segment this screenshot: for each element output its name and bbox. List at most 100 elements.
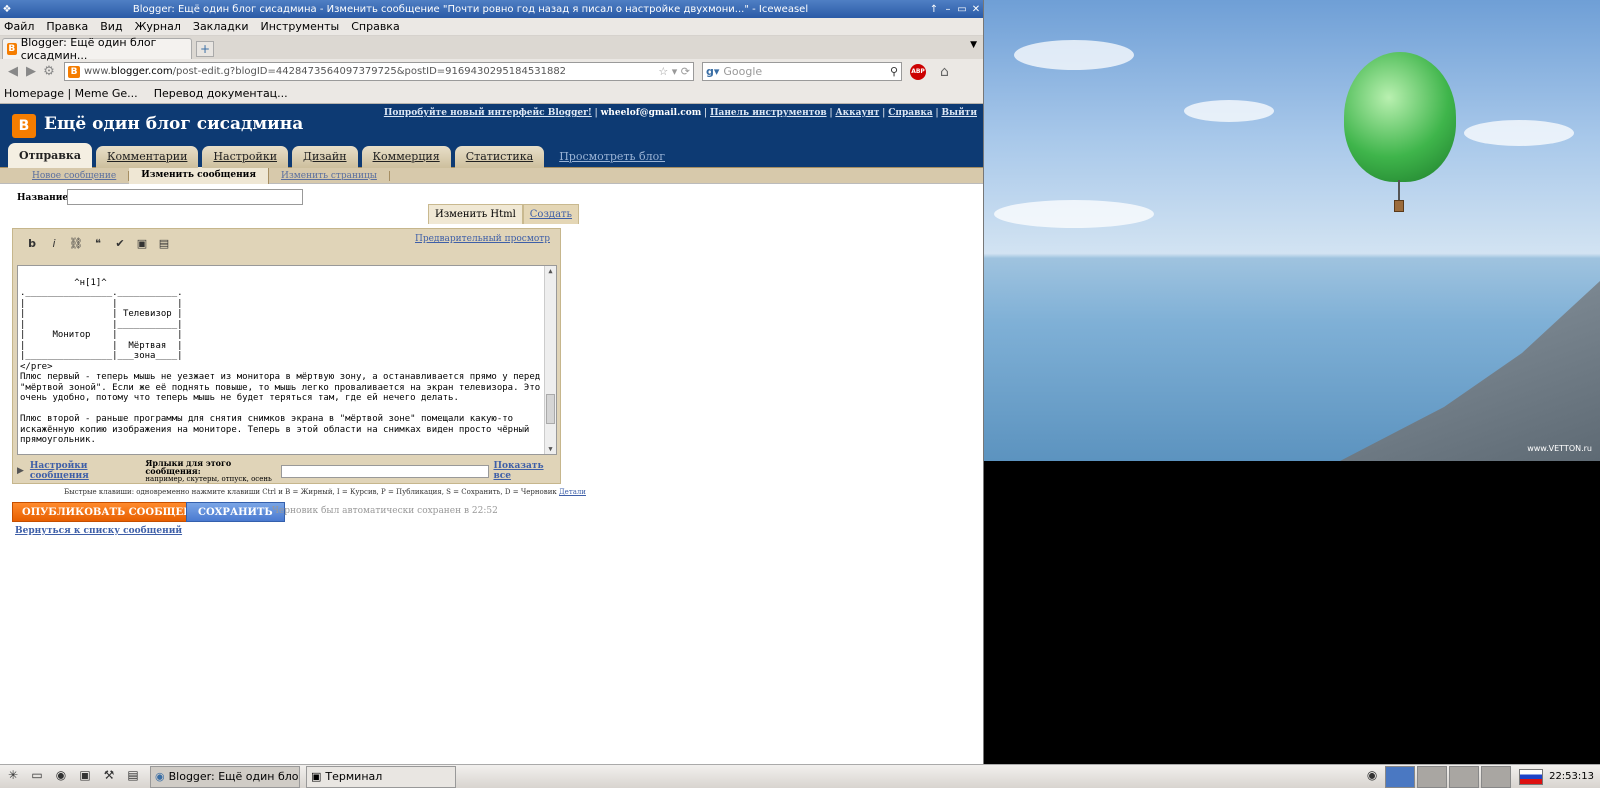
- taskbar: ✳ ▭ ◉ ▣ ⚒ ▤ ◉ Blogger: Ещё один блог с..…: [0, 764, 1600, 788]
- show-desktop-icon[interactable]: ▤: [122, 768, 144, 786]
- post-body-textarea[interactable]: ^н[1]^ .________________.___________. | …: [17, 265, 557, 455]
- taskbar-task-terminal[interactable]: ▣ Терминал: [306, 765, 456, 788]
- terminal-icon[interactable]: ▣: [74, 768, 96, 786]
- google-icon[interactable]: g▾: [706, 65, 719, 78]
- compose-tab[interactable]: Создать: [522, 204, 580, 224]
- menu-edit[interactable]: Правка: [46, 20, 88, 33]
- title-label: Название:: [17, 193, 72, 203]
- home-icon[interactable]: ⌂: [940, 64, 949, 80]
- try-new-interface-link[interactable]: Попробуйте новый интерфейс Blogger!: [384, 108, 592, 118]
- menu-bookmarks[interactable]: Закладки: [193, 20, 249, 33]
- labels-hint: например, скутеры, отпуск, осень: [145, 475, 272, 483]
- adblock-icon[interactable]: ABP: [910, 63, 926, 80]
- window-title: Blogger: Ещё один блог сисадмина - Измен…: [132, 3, 809, 15]
- tools-icon[interactable]: ⚙: [40, 64, 58, 79]
- tab-stats[interactable]: Статистика: [454, 146, 545, 168]
- preview-link[interactable]: Предварительный просмотр: [415, 234, 550, 244]
- expand-triangle-icon[interactable]: ▶: [17, 466, 24, 476]
- menu-view[interactable]: Вид: [100, 20, 122, 33]
- search-bar[interactable]: g▾ Google ⚲: [702, 62, 902, 81]
- scroll-up-icon[interactable]: ▲: [546, 266, 555, 276]
- video-icon[interactable]: ▤: [153, 237, 175, 250]
- menu-tools[interactable]: Инструменты: [261, 20, 340, 33]
- spellcheck-icon[interactable]: ✔: [109, 237, 131, 250]
- bookmark-item[interactable]: Перевод документац...: [154, 87, 288, 100]
- labels-label: Ярлыки для этого сообщения: например, ск…: [145, 459, 274, 483]
- link-icon[interactable]: ⛓: [65, 237, 87, 250]
- dock-image: [1340, 281, 1600, 461]
- workspace-4[interactable]: [1481, 765, 1512, 788]
- menu-help[interactable]: Справка: [351, 20, 399, 33]
- subtab-edit-pages[interactable]: Изменить страницы: [269, 170, 390, 181]
- bookmark-item[interactable]: Homepage | Meme Ge...: [4, 87, 138, 100]
- textarea-scrollbar[interactable]: ▲ ▼: [544, 266, 556, 454]
- hotkeys-text: Быстрые клавиши: одновременно нажмите кл…: [64, 488, 557, 496]
- terminal-small-icon: ▣: [311, 770, 322, 783]
- show-all-labels-link[interactable]: Показать все: [493, 461, 557, 481]
- desktop: www.VETTON.ru ❖ Blogger: Ещё один блог с…: [0, 0, 1600, 788]
- subtab-new-post[interactable]: Новое сообщение: [20, 170, 130, 181]
- url-path: /post-edit.g?blogID=4428473564097379725&…: [172, 66, 567, 77]
- minimize-icon[interactable]: –: [941, 4, 955, 15]
- close-icon[interactable]: ✕: [969, 4, 983, 15]
- bookmark-star-icon[interactable]: ☆ ▾ ⟳: [658, 65, 690, 78]
- scroll-down-icon[interactable]: ▼: [546, 444, 555, 454]
- post-settings-link[interactable]: Настройки сообщения: [30, 461, 137, 481]
- tab-design[interactable]: Дизайн: [292, 146, 358, 168]
- subtab-edit-posts[interactable]: Изменить сообщения: [129, 167, 270, 184]
- workspace-2[interactable]: [1417, 765, 1448, 788]
- tab-comments[interactable]: Комментарии: [95, 146, 199, 168]
- image-icon[interactable]: ▣: [131, 237, 153, 250]
- editor-panel: b i ⛓ ❝ ✔ ▣ ▤ Предварительный просмотр ^…: [12, 228, 561, 484]
- browser-icon[interactable]: ◉: [50, 768, 72, 786]
- scroll-thumb[interactable]: [546, 394, 555, 424]
- view-blog-link[interactable]: Просмотреть блог: [548, 146, 676, 168]
- browser-tab[interactable]: B Blogger: Ещё один блог сисадмин...: [2, 36, 192, 62]
- workspace-3[interactable]: [1449, 765, 1480, 788]
- posting-subtabs: Новое сообщение Изменить сообщения Измен…: [0, 167, 983, 184]
- dashboard-link[interactable]: Панель инструментов: [710, 108, 827, 118]
- account-link[interactable]: Аккаунт: [835, 108, 879, 118]
- url-bar[interactable]: B www. blogger.com/post-edit.g?blogID=442…: [64, 62, 694, 81]
- task-label: Blogger: Ещё один блог с...: [168, 770, 299, 783]
- autosave-status: Черновик был автоматически сохранен в 22…: [272, 506, 498, 516]
- bold-icon[interactable]: b: [21, 237, 43, 250]
- new-tab-button[interactable]: +: [196, 41, 214, 57]
- logout-link[interactable]: Выйти: [941, 108, 977, 118]
- help-link[interactable]: Справка: [888, 108, 932, 118]
- tab-settings[interactable]: Настройки: [202, 146, 289, 168]
- search-placeholder: Google: [723, 65, 763, 78]
- tab-list-icon[interactable]: ▼: [970, 40, 977, 50]
- app-icon[interactable]: ❖: [0, 4, 14, 15]
- italic-icon[interactable]: i: [43, 237, 65, 250]
- tab-bar: B Blogger: Ещё один блог сисадмин... + ▼: [0, 36, 983, 62]
- save-button[interactable]: СОХРАНИТЬ: [186, 502, 285, 522]
- labels-input[interactable]: [280, 464, 490, 478]
- taskbar-task-browser[interactable]: ◉ Blogger: Ещё один блог с...: [150, 765, 300, 788]
- workspace-1[interactable]: [1385, 765, 1416, 788]
- blockquote-icon[interactable]: ❝: [87, 237, 109, 250]
- edit-html-tab[interactable]: Изменить Html: [428, 204, 523, 224]
- back-icon[interactable]: ◀: [4, 64, 22, 79]
- tab-posting[interactable]: Отправка: [8, 143, 92, 168]
- back-to-posts-link[interactable]: Вернуться к списку сообщений: [15, 526, 182, 536]
- forward-icon[interactable]: ▶: [22, 64, 40, 79]
- post-options-bar: ▶ Настройки сообщения Ярлыки для этого с…: [17, 459, 557, 483]
- hotkeys-details-link[interactable]: Детали: [559, 488, 586, 496]
- tray-app-icon[interactable]: ◉: [1361, 768, 1383, 786]
- up-icon[interactable]: ↑: [927, 4, 941, 15]
- menu-file[interactable]: Файл: [4, 20, 34, 33]
- title-input[interactable]: [67, 189, 303, 205]
- navigation-bar: ◀ ▶ ⚙ B www. blogger.com/post-edit.g?blog…: [0, 59, 983, 84]
- blogger-tabs: Отправка Комментарии Настройки Дизайн Ко…: [8, 143, 680, 168]
- tab-monetize[interactable]: Коммерция: [361, 146, 451, 168]
- tools-icon[interactable]: ⚒: [98, 768, 120, 786]
- bookmarks-bar: Homepage | Meme Ge... Перевод документац…: [0, 84, 983, 104]
- russian-flag-icon[interactable]: [1519, 768, 1544, 785]
- search-icon[interactable]: ⚲: [890, 65, 898, 78]
- menu-history[interactable]: Журнал: [135, 20, 181, 33]
- blogger-logo-icon[interactable]: B: [12, 114, 36, 138]
- file-manager-icon[interactable]: ▭: [26, 768, 48, 786]
- start-menu-icon[interactable]: ✳: [2, 768, 24, 786]
- maximize-icon[interactable]: ▭: [955, 4, 969, 15]
